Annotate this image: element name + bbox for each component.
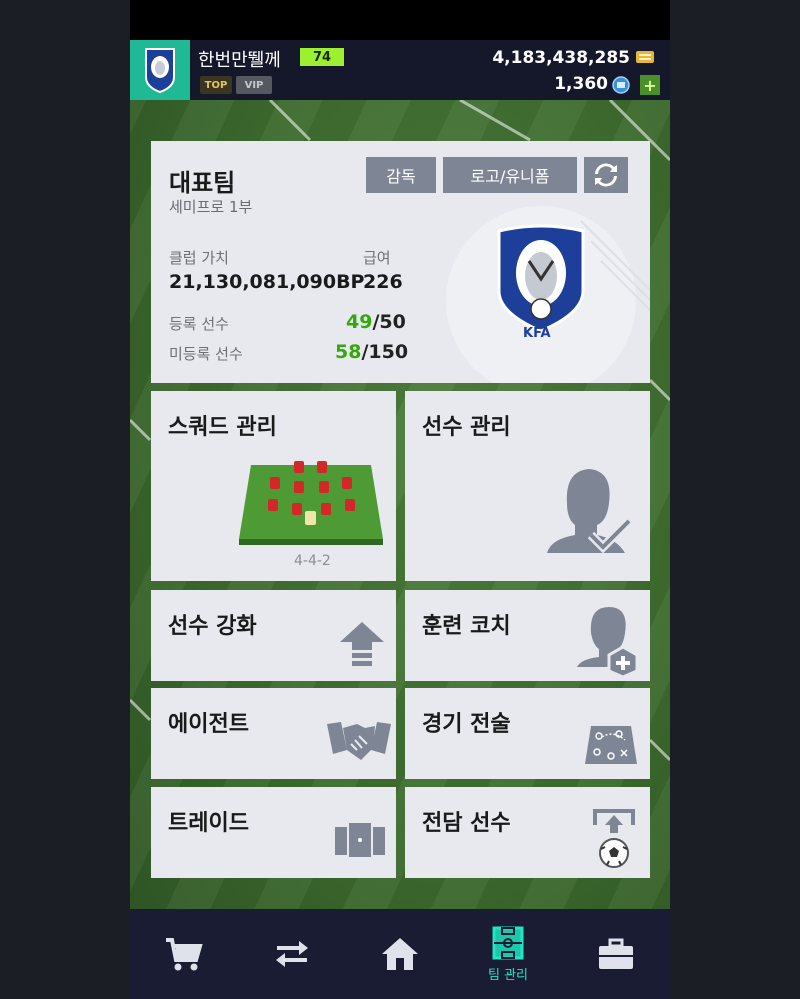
coin-balance: 4,183,438,285 xyxy=(492,48,630,68)
player-upgrade-tile[interactable]: 선수 강화 xyxy=(151,590,396,681)
nav-team-management[interactable]: 팀 관리 xyxy=(454,909,562,999)
add-points-button[interactable]: + xyxy=(640,75,660,95)
registered-label: 등록 선수 xyxy=(169,315,229,333)
team-info-card: 대표팀 세미프로 1부 감독 로고/유니폼 클럽 가치 21,130,081,0… xyxy=(151,141,650,383)
handshake-icon xyxy=(327,722,391,760)
trade-tile[interactable]: 트레이드 xyxy=(151,787,396,878)
agent-tile[interactable]: 에이전트 xyxy=(151,688,396,779)
right-letterbox xyxy=(670,0,800,999)
bottom-navigation: 팀 관리 xyxy=(130,909,670,999)
refresh-icon xyxy=(595,163,617,187)
left-letterbox xyxy=(0,0,130,999)
player-upgrade-title: 선수 강화 xyxy=(168,614,257,639)
tactics-board-icon xyxy=(585,726,637,764)
unregistered-label: 미등록 선수 xyxy=(169,345,243,363)
transfer-icon xyxy=(276,941,308,967)
club-value-label: 클럽 가치 xyxy=(169,249,229,267)
match-tactics-tile[interactable]: 경기 전술 xyxy=(405,688,650,779)
coin-icon xyxy=(636,51,654,63)
club-crest-button[interactable] xyxy=(130,40,190,100)
app-screen: 한번만뛜께 74 TOP VIP 4,183,438,285 1,360 + 대… xyxy=(130,40,670,999)
upgrade-arrow-icon xyxy=(340,622,384,666)
registered-value: 49/50 xyxy=(346,311,406,333)
player-management-title: 선수 관리 xyxy=(422,415,511,440)
vip-badge: VIP xyxy=(236,76,272,94)
formation-pitch-icon xyxy=(239,461,383,545)
training-coach-title: 훈련 코치 xyxy=(422,614,511,639)
cart-icon xyxy=(166,938,203,971)
match-tactics-title: 경기 전술 xyxy=(422,712,511,737)
kfa-crest-icon xyxy=(145,48,175,93)
unregistered-value: 58/150 xyxy=(335,341,408,363)
pitch-icon xyxy=(492,926,524,959)
unregistered-count: 58 xyxy=(335,341,362,363)
bag-icon xyxy=(599,938,633,969)
dedicated-players-tile[interactable]: 전담 선수 xyxy=(405,787,650,878)
level-badge: 74 xyxy=(300,48,344,66)
point-icon xyxy=(612,76,630,94)
nav-shop[interactable] xyxy=(130,909,238,999)
salary-label: 급여 xyxy=(363,249,391,267)
dedicated-player-icon xyxy=(593,809,635,868)
coach-button[interactable]: 감독 xyxy=(366,157,436,193)
nav-bag[interactable] xyxy=(562,909,670,999)
player-management-tile[interactable]: 선수 관리 xyxy=(405,391,650,581)
point-balance: 1,360 xyxy=(554,74,608,94)
nav-home[interactable] xyxy=(346,909,454,999)
username: 한번만뛜께 xyxy=(198,50,281,71)
nav-team-management-label: 팀 관리 xyxy=(487,967,528,983)
trade-title: 트레이드 xyxy=(168,811,249,836)
unregistered-max: /150 xyxy=(361,341,409,363)
squad-management-title: 스쿼드 관리 xyxy=(168,415,277,440)
player-check-icon xyxy=(547,469,633,553)
refresh-button[interactable] xyxy=(584,157,628,193)
home-icon xyxy=(382,938,418,970)
logo-uniform-button[interactable]: 로고/유니폼 xyxy=(443,157,577,193)
top-badge: TOP xyxy=(200,76,232,94)
training-coach-tile[interactable]: 훈련 코치 xyxy=(405,590,650,681)
squad-management-tile[interactable]: 스쿼드 관리 4-4-2 xyxy=(151,391,396,581)
team-crest-text: KFA xyxy=(523,326,551,341)
club-value: 21,130,081,090BP xyxy=(169,271,365,293)
team-name: 대표팀 xyxy=(169,169,236,197)
dedicated-players-title: 전담 선수 xyxy=(422,811,511,836)
registered-max: /50 xyxy=(372,311,406,333)
formation-label: 4-4-2 xyxy=(294,553,331,569)
coach-add-icon xyxy=(577,607,639,677)
team-division: 세미프로 1부 xyxy=(169,198,253,216)
salary-value: 226 xyxy=(363,271,403,293)
nav-transfer[interactable] xyxy=(238,909,346,999)
top-header: 한번만뛜께 74 TOP VIP 4,183,438,285 1,360 + xyxy=(130,40,670,100)
agent-title: 에이전트 xyxy=(168,712,249,737)
registered-count: 49 xyxy=(346,311,373,333)
trade-cards-icon xyxy=(335,823,385,857)
